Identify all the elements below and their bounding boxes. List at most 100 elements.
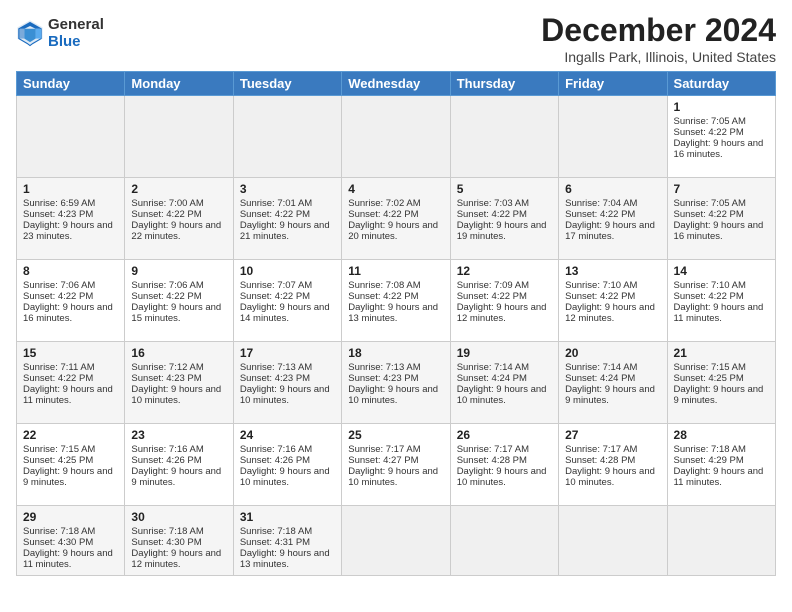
daylight-label: Daylight: 9 hours and 13 minutes.	[348, 302, 438, 324]
sunset-label: Sunset: 4:22 PM	[23, 291, 93, 302]
sunset-label: Sunset: 4:25 PM	[674, 373, 744, 384]
sunrise-label: Sunrise: 7:15 AM	[674, 362, 746, 373]
sunrise-label: Sunrise: 7:10 AM	[674, 280, 746, 291]
daylight-label: Daylight: 9 hours and 9 minutes.	[674, 384, 764, 406]
sunrise-label: Sunrise: 7:18 AM	[131, 526, 203, 537]
calendar-cell: 14 Sunrise: 7:10 AM Sunset: 4:22 PM Dayl…	[667, 260, 775, 342]
day-number: 11	[348, 264, 443, 278]
sunset-label: Sunset: 4:23 PM	[23, 209, 93, 220]
sunrise-label: Sunrise: 7:16 AM	[131, 444, 203, 455]
sunrise-label: Sunrise: 7:13 AM	[348, 362, 420, 373]
day-number: 4	[348, 182, 443, 196]
calendar-cell: 2 Sunrise: 7:00 AM Sunset: 4:22 PM Dayli…	[125, 178, 233, 260]
calendar-cell: 22 Sunrise: 7:15 AM Sunset: 4:25 PM Dayl…	[17, 424, 125, 506]
sunset-label: Sunset: 4:23 PM	[240, 373, 310, 384]
daylight-label: Daylight: 9 hours and 20 minutes.	[348, 220, 438, 242]
sunrise-label: Sunrise: 7:02 AM	[348, 198, 420, 209]
day-number: 14	[674, 264, 769, 278]
calendar-week-row: 1 Sunrise: 7:05 AM Sunset: 4:22 PM Dayli…	[17, 96, 776, 178]
calendar-cell: 7 Sunrise: 7:05 AM Sunset: 4:22 PM Dayli…	[667, 178, 775, 260]
day-number: 9	[131, 264, 226, 278]
calendar-day-header: Saturday	[667, 72, 775, 96]
calendar-cell: 18 Sunrise: 7:13 AM Sunset: 4:23 PM Dayl…	[342, 342, 450, 424]
daylight-label: Daylight: 9 hours and 17 minutes.	[565, 220, 655, 242]
calendar-cell	[450, 96, 558, 178]
day-number: 31	[240, 510, 335, 524]
day-number: 20	[565, 346, 660, 360]
calendar-cell: 30 Sunrise: 7:18 AM Sunset: 4:30 PM Dayl…	[125, 506, 233, 576]
calendar-cell: 26 Sunrise: 7:17 AM Sunset: 4:28 PM Dayl…	[450, 424, 558, 506]
day-number: 21	[674, 346, 769, 360]
calendar-cell	[559, 506, 667, 576]
calendar-cell: 28 Sunrise: 7:18 AM Sunset: 4:29 PM Dayl…	[667, 424, 775, 506]
daylight-label: Daylight: 9 hours and 10 minutes.	[457, 466, 547, 488]
calendar-cell: 16 Sunrise: 7:12 AM Sunset: 4:23 PM Dayl…	[125, 342, 233, 424]
calendar-cell	[667, 506, 775, 576]
calendar-cell	[233, 96, 341, 178]
sunset-label: Sunset: 4:24 PM	[565, 373, 635, 384]
calendar-cell: 8 Sunrise: 7:06 AM Sunset: 4:22 PM Dayli…	[17, 260, 125, 342]
sunset-label: Sunset: 4:22 PM	[674, 127, 744, 138]
sunset-label: Sunset: 4:23 PM	[348, 373, 418, 384]
sunset-label: Sunset: 4:26 PM	[240, 455, 310, 466]
sunset-label: Sunset: 4:22 PM	[674, 209, 744, 220]
daylight-label: Daylight: 9 hours and 12 minutes.	[457, 302, 547, 324]
calendar-cell	[450, 506, 558, 576]
calendar-cell	[125, 96, 233, 178]
calendar-cell: 19 Sunrise: 7:14 AM Sunset: 4:24 PM Dayl…	[450, 342, 558, 424]
daylight-label: Daylight: 9 hours and 16 minutes.	[674, 220, 764, 242]
day-number: 23	[131, 428, 226, 442]
calendar-table: SundayMondayTuesdayWednesdayThursdayFrid…	[16, 71, 776, 576]
daylight-label: Daylight: 9 hours and 10 minutes.	[240, 466, 330, 488]
sunrise-label: Sunrise: 7:18 AM	[674, 444, 746, 455]
daylight-label: Daylight: 9 hours and 13 minutes.	[240, 548, 330, 570]
calendar-week-row: 15 Sunrise: 7:11 AM Sunset: 4:22 PM Dayl…	[17, 342, 776, 424]
day-number: 19	[457, 346, 552, 360]
sunset-label: Sunset: 4:22 PM	[240, 291, 310, 302]
sunset-label: Sunset: 4:23 PM	[131, 373, 201, 384]
sunset-label: Sunset: 4:22 PM	[348, 209, 418, 220]
day-number: 30	[131, 510, 226, 524]
logo-text: General Blue	[48, 16, 104, 51]
calendar-day-header: Sunday	[17, 72, 125, 96]
calendar-cell: 5 Sunrise: 7:03 AM Sunset: 4:22 PM Dayli…	[450, 178, 558, 260]
daylight-label: Daylight: 9 hours and 16 minutes.	[674, 138, 764, 160]
daylight-label: Daylight: 9 hours and 12 minutes.	[565, 302, 655, 324]
sunset-label: Sunset: 4:22 PM	[565, 291, 635, 302]
daylight-label: Daylight: 9 hours and 16 minutes.	[23, 302, 113, 324]
calendar-cell: 17 Sunrise: 7:13 AM Sunset: 4:23 PM Dayl…	[233, 342, 341, 424]
calendar-cell: 29 Sunrise: 7:18 AM Sunset: 4:30 PM Dayl…	[17, 506, 125, 576]
calendar-cell: 25 Sunrise: 7:17 AM Sunset: 4:27 PM Dayl…	[342, 424, 450, 506]
calendar-cell: 1 Sunrise: 6:59 AM Sunset: 4:23 PM Dayli…	[17, 178, 125, 260]
calendar-cell: 11 Sunrise: 7:08 AM Sunset: 4:22 PM Dayl…	[342, 260, 450, 342]
daylight-label: Daylight: 9 hours and 11 minutes.	[674, 466, 764, 488]
day-number: 28	[674, 428, 769, 442]
day-number: 18	[348, 346, 443, 360]
calendar-week-row: 29 Sunrise: 7:18 AM Sunset: 4:30 PM Dayl…	[17, 506, 776, 576]
daylight-label: Daylight: 9 hours and 10 minutes.	[457, 384, 547, 406]
calendar-cell	[17, 96, 125, 178]
calendar-cell: 31 Sunrise: 7:18 AM Sunset: 4:31 PM Dayl…	[233, 506, 341, 576]
logo: General Blue	[16, 16, 104, 51]
daylight-label: Daylight: 9 hours and 11 minutes.	[23, 548, 113, 570]
calendar-day-header: Monday	[125, 72, 233, 96]
calendar-cell: 1 Sunrise: 7:05 AM Sunset: 4:22 PM Dayli…	[667, 96, 775, 178]
calendar-cell	[342, 506, 450, 576]
main-title: December 2024	[541, 12, 776, 49]
daylight-label: Daylight: 9 hours and 10 minutes.	[348, 466, 438, 488]
calendar-day-header: Friday	[559, 72, 667, 96]
calendar-cell: 12 Sunrise: 7:09 AM Sunset: 4:22 PM Dayl…	[450, 260, 558, 342]
sunset-label: Sunset: 4:22 PM	[348, 291, 418, 302]
sunset-label: Sunset: 4:28 PM	[565, 455, 635, 466]
sunrise-label: Sunrise: 7:07 AM	[240, 280, 312, 291]
sunrise-label: Sunrise: 7:18 AM	[23, 526, 95, 537]
sunset-label: Sunset: 4:22 PM	[240, 209, 310, 220]
calendar-cell	[559, 96, 667, 178]
calendar-day-header: Wednesday	[342, 72, 450, 96]
day-number: 15	[23, 346, 118, 360]
sunset-label: Sunset: 4:26 PM	[131, 455, 201, 466]
sunset-label: Sunset: 4:22 PM	[457, 209, 527, 220]
sunset-label: Sunset: 4:28 PM	[457, 455, 527, 466]
calendar-week-row: 8 Sunrise: 7:06 AM Sunset: 4:22 PM Dayli…	[17, 260, 776, 342]
calendar-week-row: 1 Sunrise: 6:59 AM Sunset: 4:23 PM Dayli…	[17, 178, 776, 260]
